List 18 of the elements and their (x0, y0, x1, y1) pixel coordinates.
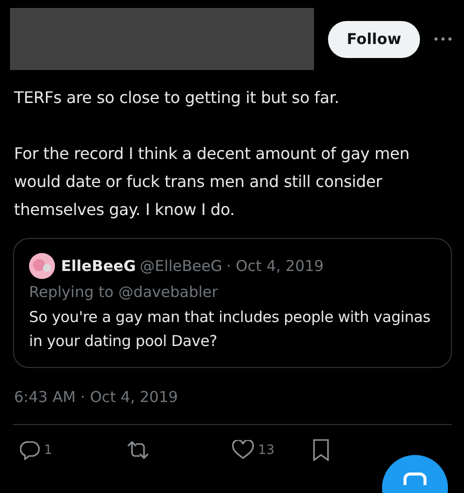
timestamp[interactable]: 6:43 AM · Oct 4, 2019 (14, 388, 464, 406)
replying-to-text: Replying to @davebabler (29, 283, 219, 301)
quoted-tweet-text: So you're a gay man that includes people with vaginas in your dating pool Dave? (29, 307, 432, 352)
user-handle: @ElleBeeG (140, 257, 222, 275)
like-icon[interactable] (232, 440, 254, 460)
action-count: 13 (258, 442, 275, 458)
reply-icon[interactable] (20, 440, 40, 460)
display-name[interactable]: ElleBeeG (61, 257, 136, 275)
action-count: 1 (44, 442, 52, 458)
bookmark-icon[interactable] (312, 439, 330, 461)
tweet-text: For the record I think a decent amount of gay men would date or fuck trans men and still consider themselves gay. I know I do. (14, 143, 410, 221)
post-date: · Oct 4, 2019 (226, 257, 324, 275)
tweet-text: TERFs are so close to getting it but so far. (14, 87, 340, 109)
quoted-tweet-card[interactable]: ElleBeeG @ElleBeeG · Oct 4, 2019 Replying to @davebabler So you're a gay man that includes people with vaginas in your dating pool Dave? (13, 238, 452, 368)
follow-button[interactable]: Follow (328, 20, 420, 58)
avatar (29, 253, 55, 279)
retweet-icon[interactable] (126, 440, 150, 460)
more-icon[interactable] (434, 37, 452, 41)
